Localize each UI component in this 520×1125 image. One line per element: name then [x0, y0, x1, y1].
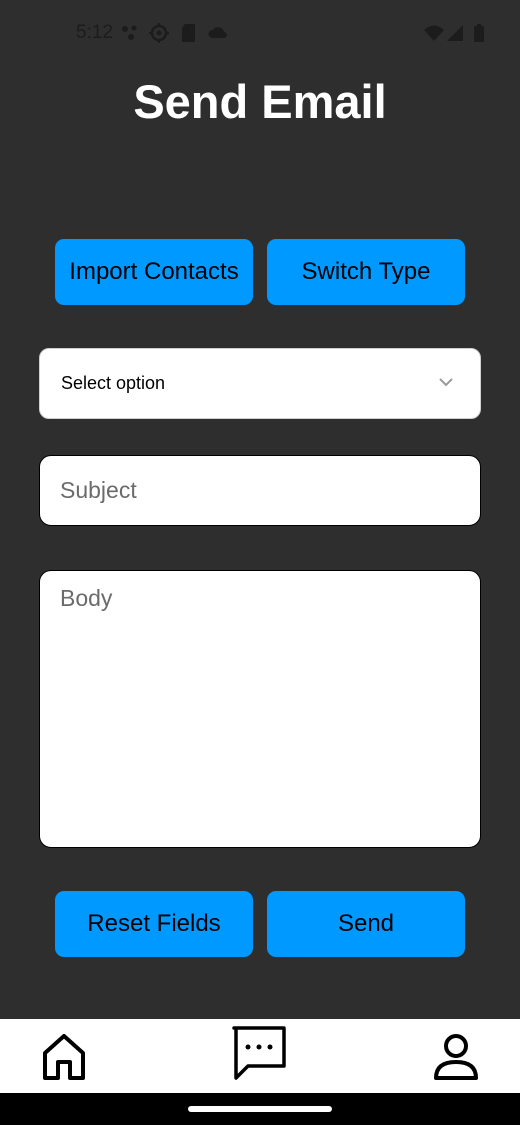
- cellular-signal-icon: [447, 25, 463, 41]
- switch-type-button[interactable]: Switch Type: [267, 239, 465, 305]
- option-select[interactable]: Select option: [39, 348, 481, 419]
- send-button[interactable]: Send: [267, 891, 465, 957]
- body-textarea[interactable]: [39, 570, 481, 848]
- messages-icon: [232, 1026, 286, 1080]
- notification-dots-icon: [122, 25, 137, 40]
- profile-icon: [434, 1034, 478, 1080]
- send-email-screen: 5:12 Send Email Import Contacts Switch T…: [0, 0, 520, 1125]
- import-contacts-button[interactable]: Import Contacts: [55, 239, 253, 305]
- cloud-icon: [208, 27, 227, 38]
- wifi-icon: [424, 25, 444, 41]
- nav-home[interactable]: [34, 1027, 94, 1087]
- battery-icon: [474, 24, 484, 42]
- sd-card-icon: [182, 24, 195, 42]
- chevron-down-icon: [439, 378, 453, 387]
- nav-messages[interactable]: [229, 1023, 289, 1083]
- status-bar: 5:12: [0, 0, 520, 68]
- system-navigation-area: [0, 1093, 520, 1125]
- bottom-nav: [0, 1019, 520, 1093]
- nav-profile[interactable]: [426, 1027, 486, 1087]
- settings-gear-icon: [149, 23, 169, 43]
- select-value: Select option: [61, 373, 166, 393]
- subject-input[interactable]: [39, 455, 481, 526]
- page-title: Send Email: [133, 75, 387, 128]
- reset-fields-button[interactable]: Reset Fields: [55, 891, 253, 957]
- status-time: 5:12: [76, 22, 113, 43]
- gesture-handle[interactable]: [188, 1106, 332, 1112]
- home-icon: [43, 1034, 85, 1080]
